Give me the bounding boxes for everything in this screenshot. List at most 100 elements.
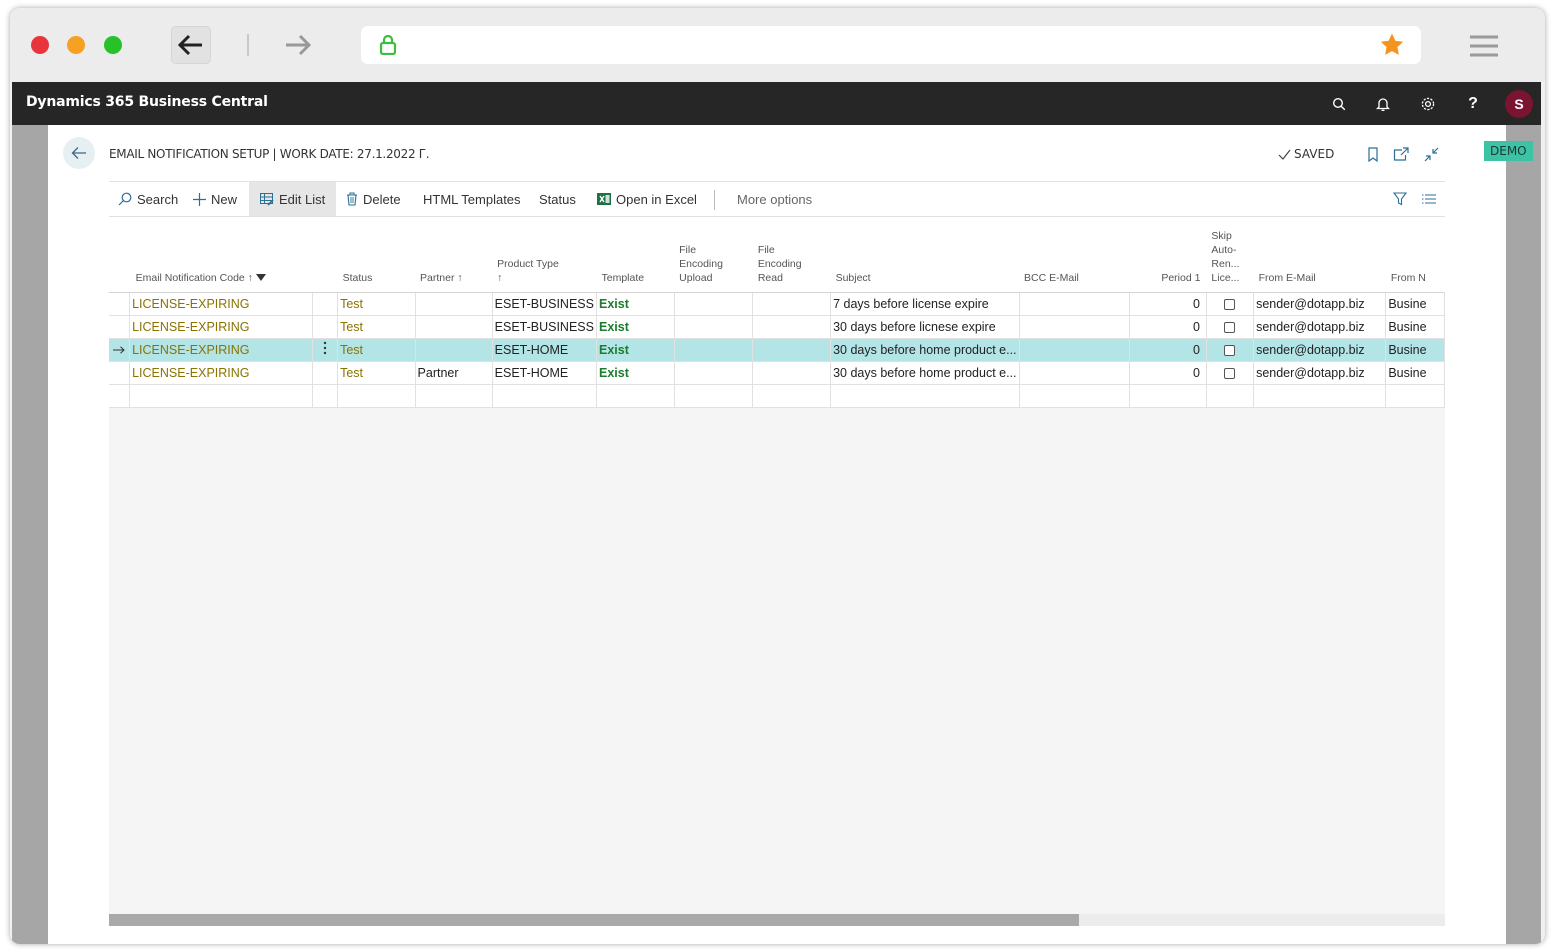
user-avatar[interactable]: S (1505, 90, 1533, 118)
cell-file-encoding-read[interactable] (752, 292, 832, 316)
cell-file-encoding-read[interactable] (752, 384, 832, 408)
cell-bcc[interactable] (1019, 384, 1131, 408)
cell-from-email[interactable]: sender@dotapp.biz (1253, 292, 1387, 316)
maximize-window-button[interactable] (104, 36, 122, 54)
html-templates-button[interactable]: HTML Templates (415, 182, 529, 216)
table-row-empty[interactable] (109, 384, 1445, 408)
column-header-skip[interactable]: Skip Auto- Ren... Lice... (1206, 217, 1254, 293)
minimize-window-button[interactable] (67, 36, 85, 54)
address-bar[interactable] (361, 26, 1421, 64)
row-menu-cell[interactable] (312, 292, 339, 316)
scrollbar-thumb[interactable] (109, 914, 1079, 926)
browser-forward-button[interactable] (278, 26, 318, 64)
bookmark-star-icon[interactable] (1379, 32, 1405, 58)
cell-bcc[interactable] (1019, 361, 1131, 385)
row-indicator[interactable] (109, 384, 131, 408)
gear-icon[interactable] (1418, 94, 1438, 114)
skip-checkbox[interactable] (1224, 298, 1236, 310)
cell-file-encoding-upload[interactable] (674, 292, 754, 316)
column-header-file-encoding-upload[interactable]: File Encoding Upload (674, 217, 753, 293)
cell-code[interactable]: LICENSE-EXPIRING (129, 292, 314, 316)
column-header-code[interactable]: Email Notification Code ↑ (129, 217, 313, 293)
row-indicator[interactable] (109, 292, 131, 316)
cell-period[interactable]: 0 (1129, 292, 1207, 316)
filter-icon[interactable] (1391, 190, 1409, 208)
column-header-status[interactable]: Status (337, 217, 416, 293)
hamburger-menu-icon[interactable] (1468, 34, 1500, 58)
search-button[interactable]: Search (110, 182, 186, 216)
collapse-icon[interactable] (1422, 145, 1440, 163)
cell-partner[interactable] (415, 292, 493, 316)
cell-template[interactable] (596, 384, 675, 408)
cell-template[interactable]: Exist (596, 361, 675, 385)
more-options-button[interactable]: More options (729, 182, 820, 216)
page-back-button[interactable] (63, 137, 95, 169)
cell-period[interactable]: 0 (1129, 315, 1207, 339)
cell-partner[interactable] (415, 384, 493, 408)
column-header-from-email[interactable]: From E-Mail (1253, 217, 1386, 293)
app-title[interactable]: Dynamics 365 Business Central (26, 94, 268, 110)
table-row-selected[interactable]: LICENSE-EXPIRING Test ESET-HOME Exist 30… (109, 338, 1445, 362)
cell-period[interactable]: 0 (1129, 361, 1207, 385)
status-button[interactable]: Status (531, 182, 584, 216)
cell-partner[interactable] (415, 338, 493, 362)
cell-from-name[interactable] (1385, 384, 1445, 408)
cell-code[interactable]: LICENSE-EXPIRING (129, 338, 314, 362)
row-indicator[interactable] (109, 315, 131, 339)
open-in-excel-button[interactable]: Open in Excel (589, 182, 705, 216)
cell-file-encoding-read[interactable] (752, 338, 832, 362)
row-menu-cell[interactable] (312, 361, 339, 385)
cell-partner[interactable] (415, 315, 493, 339)
skip-checkbox[interactable] (1224, 367, 1236, 379)
cell-from-email[interactable]: sender@dotapp.biz (1253, 315, 1387, 339)
skip-checkbox[interactable] (1224, 344, 1236, 356)
cell-partner[interactable]: Partner (415, 361, 493, 385)
new-button[interactable]: New (185, 182, 245, 216)
cell-file-encoding-read[interactable] (752, 361, 832, 385)
cell-file-encoding-upload[interactable] (674, 315, 754, 339)
cell-from-name[interactable]: Busine (1385, 338, 1445, 362)
more-vertical-icon[interactable] (323, 341, 327, 355)
cell-from-name[interactable]: Busine (1385, 292, 1445, 316)
cell-subject[interactable]: 30 days before home product e... (830, 338, 1020, 362)
cell-status[interactable]: Test (337, 361, 416, 385)
close-window-button[interactable] (31, 36, 49, 54)
column-header-from-name[interactable]: From N (1385, 217, 1445, 293)
table-row[interactable]: LICENSE-EXPIRING Test ESET-BUSINESS Exis… (109, 315, 1445, 339)
cell-from-email[interactable]: sender@dotapp.biz (1253, 338, 1387, 362)
row-indicator[interactable] (109, 361, 131, 385)
cell-code[interactable] (129, 384, 314, 408)
cell-bcc[interactable] (1019, 315, 1131, 339)
cell-subject[interactable]: 7 days before license expire (830, 292, 1020, 316)
open-new-window-icon[interactable] (1392, 145, 1410, 163)
delete-button[interactable]: Delete (338, 182, 409, 216)
cell-file-encoding-upload[interactable] (674, 361, 754, 385)
cell-status[interactable]: Test (337, 315, 416, 339)
row-menu-cell[interactable] (312, 384, 339, 408)
table-row[interactable]: LICENSE-EXPIRING Test Partner ESET-HOME … (109, 361, 1445, 385)
cell-product-type[interactable]: ESET-HOME (492, 361, 597, 385)
column-header-period[interactable]: Period 1 (1129, 217, 1207, 293)
cell-from-email[interactable] (1253, 384, 1387, 408)
column-header-template[interactable]: Template (596, 217, 675, 293)
cell-subject[interactable] (830, 384, 1020, 408)
horizontal-scrollbar[interactable] (109, 914, 1445, 926)
cell-period[interactable]: 0 (1129, 338, 1207, 362)
edit-list-button[interactable]: Edit List (249, 182, 337, 216)
browser-back-button[interactable] (171, 26, 211, 64)
cell-skip[interactable] (1206, 384, 1255, 408)
row-menu-cell[interactable] (312, 338, 339, 362)
cell-template[interactable]: Exist (596, 315, 675, 339)
cell-subject[interactable]: 30 days before licnese expire (830, 315, 1020, 339)
column-header-partner[interactable]: Partner ↑ (415, 217, 493, 293)
cell-template[interactable]: Exist (596, 292, 675, 316)
column-header-file-encoding-read[interactable]: File Encoding Read (752, 217, 831, 293)
cell-code[interactable]: LICENSE-EXPIRING (129, 315, 314, 339)
cell-template[interactable]: Exist (596, 338, 675, 362)
column-header-bcc[interactable]: BCC E-Mail (1019, 217, 1130, 293)
skip-checkbox[interactable] (1224, 321, 1236, 333)
cell-from-email[interactable]: sender@dotapp.biz (1253, 361, 1387, 385)
list-view-icon[interactable] (1420, 190, 1438, 208)
row-menu-cell[interactable] (312, 315, 339, 339)
table-row[interactable]: LICENSE-EXPIRING Test ESET-BUSINESS Exis… (109, 292, 1445, 316)
